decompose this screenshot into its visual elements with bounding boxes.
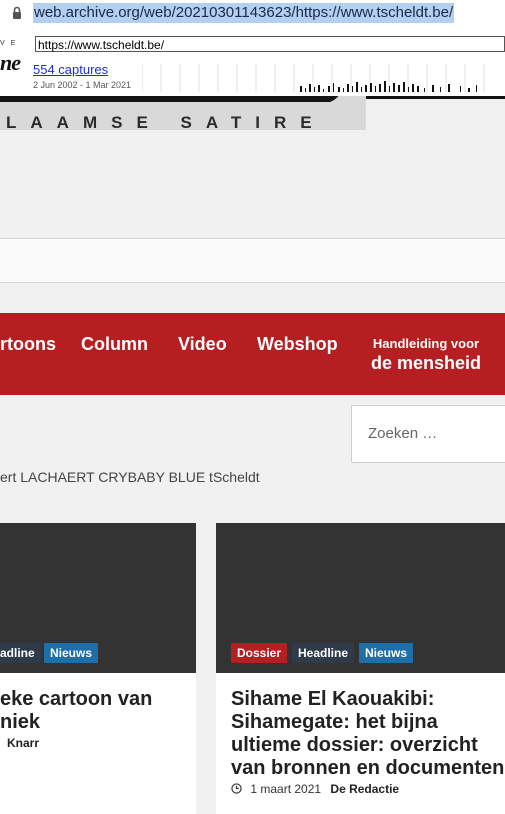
search-box: [351, 405, 505, 463]
article-meta: 1 maart 2021 De Redactie: [231, 782, 399, 796]
site-logo-banner[interactable]: LAAMSE SATIRE: [0, 96, 366, 130]
news-ticker[interactable]: ert LACHAERT CRYBABY BLUE tScheldt: [0, 469, 260, 485]
article-title[interactable]: eke cartoon van niek: [0, 688, 196, 734]
captures-link[interactable]: 554 captures: [33, 62, 108, 77]
nav-item-column[interactable]: Column: [81, 334, 148, 355]
address-url[interactable]: web.archive.org/web/20210301143623/https…: [33, 3, 455, 23]
capture-sparkline[interactable]: [142, 64, 505, 92]
tscheldt-logo: [0, 96, 339, 102]
browser-address-bar[interactable]: web.archive.org/web/20210301143623/https…: [0, 0, 505, 29]
article-title-line: Sihamegate: het bijna: [231, 711, 438, 733]
nav-item-cartoons[interactable]: rtoons: [0, 334, 56, 355]
article-author[interactable]: De Redactie: [330, 782, 399, 796]
article-date[interactable]: 1 maart 2021: [250, 782, 321, 796]
tag-headline[interactable]: Headline: [292, 643, 355, 663]
article-card[interactable]: adline Nieuws eke cartoon van niek Knarr: [0, 523, 196, 814]
nav-item-handleiding[interactable]: Handleiding voor de mensheid: [366, 336, 486, 374]
capture-date-range: 2 Jun 2002 - 1 Mar 2021: [33, 80, 132, 90]
site-tagline: LAAMSE SATIRE: [6, 113, 326, 130]
main-navigation: rtoons Column Video Webshop Handleiding …: [0, 313, 505, 395]
wayback-url-input[interactable]: https://www.tscheldt.be/: [35, 36, 505, 52]
nav-handleiding-line2: de mensheid: [370, 353, 482, 373]
tag-nieuws[interactable]: Nieuws: [359, 643, 414, 663]
article-meta: Knarr: [7, 736, 39, 750]
nav-item-webshop[interactable]: Webshop: [257, 334, 338, 355]
article-title-line: van bronnen en documenten: [231, 757, 505, 779]
article-title[interactable]: Sihame El Kaouakibi: Sihamegate: het bij…: [231, 688, 505, 780]
wayback-logo-small: V E: [0, 40, 18, 47]
clock-icon: [231, 783, 242, 794]
article-title-line: niek: [0, 711, 41, 733]
tag-headline[interactable]: adline: [0, 643, 41, 663]
header-strip: [0, 239, 505, 283]
wayback-toolbar: V E ne https://www.tscheldt.be/ 554 capt…: [0, 28, 505, 99]
article-card[interactable]: Dossier Headline Nieuws Sihame El Kaouak…: [216, 523, 505, 814]
tag-nieuws[interactable]: Nieuws: [44, 643, 99, 663]
search-input[interactable]: [366, 424, 500, 443]
nav-item-video[interactable]: Video: [178, 334, 227, 355]
article-title-line: ultieme dossier: overzicht: [231, 734, 478, 756]
article-title-line: eke cartoon van: [0, 688, 153, 710]
nav-handleiding-line1: Handleiding voor: [372, 336, 480, 351]
tag-dossier[interactable]: Dossier: [231, 643, 288, 663]
article-title-line: Sihame El Kaouakibi:: [231, 688, 435, 710]
article-author[interactable]: Knarr: [7, 736, 39, 750]
wayback-logo[interactable]: ne: [0, 50, 21, 76]
lock-icon: [13, 6, 21, 19]
